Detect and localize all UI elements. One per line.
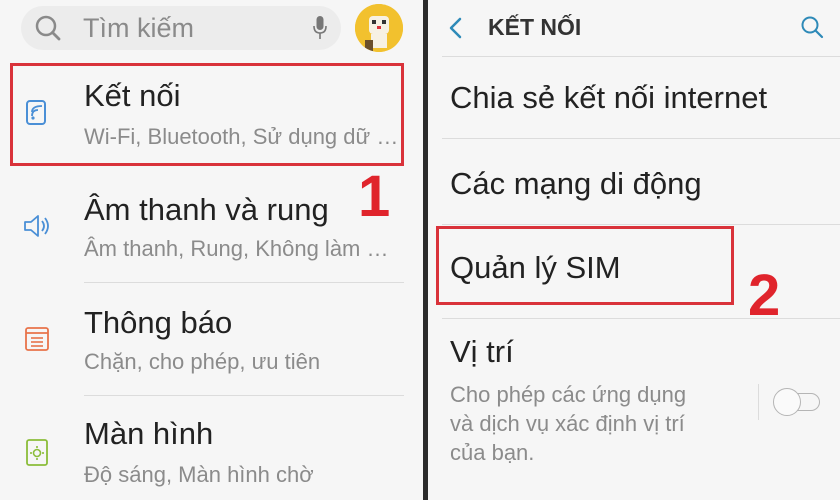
back-arrow-icon[interactable] [446, 16, 466, 40]
microphone-icon[interactable] [313, 16, 327, 40]
settings-item-subtitle: Chặn, cho phép, ưu tiên [84, 349, 321, 374]
menu-item-tethering[interactable]: Chia sẻ kết nối internet [450, 80, 767, 116]
location-toggle[interactable] [773, 388, 823, 416]
settings-panel: Tìm kiếm Kết nối Wi-Fi, Bluetooth, Sử dụ… [0, 0, 423, 500]
settings-item-title: Màn hình [84, 416, 214, 451]
divider [442, 224, 840, 225]
notification-icon [25, 327, 49, 351]
location-description: Cho phép các ứng dụng và dịch vụ xác địn… [450, 382, 687, 465]
search-icon [35, 15, 61, 41]
settings-item-subtitle: Độ sáng, Màn hình chờ [84, 462, 314, 487]
profile-avatar[interactable] [355, 4, 403, 52]
menu-item-mobile-networks[interactable]: Các mạng di động [450, 166, 702, 202]
speaker-icon [24, 215, 49, 237]
search-bar[interactable]: Tìm kiếm [21, 6, 341, 50]
divider [758, 384, 759, 420]
settings-item-title: Âm thanh và rung [84, 192, 329, 227]
connections-panel: KẾT NỐI Chia sẻ kết nối internet Các mạn… [428, 0, 840, 500]
divider [442, 318, 840, 319]
page-title: KẾT NỐI [488, 14, 582, 40]
settings-item-subtitle: Âm thanh, Rung, Không làm phiền [84, 236, 399, 261]
search-icon[interactable] [800, 15, 824, 39]
step-number-1: 1 [358, 164, 391, 229]
settings-item-title: Thông báo [84, 305, 233, 340]
highlight-box-connections [10, 63, 404, 166]
menu-item-location[interactable]: Vị trí [450, 334, 514, 370]
profile-avatar-icon [355, 4, 403, 52]
divider [442, 138, 840, 139]
settings-item-display[interactable]: Màn hình Độ sáng, Màn hình chờ [0, 396, 423, 500]
highlight-box-sim-manager [436, 226, 734, 305]
display-icon [26, 439, 48, 466]
settings-item-notifications[interactable]: Thông báo Chặn, cho phép, ưu tiên [0, 283, 423, 393]
divider [442, 56, 840, 57]
toggle-knob [773, 388, 801, 416]
search-input[interactable]: Tìm kiếm [83, 13, 194, 44]
